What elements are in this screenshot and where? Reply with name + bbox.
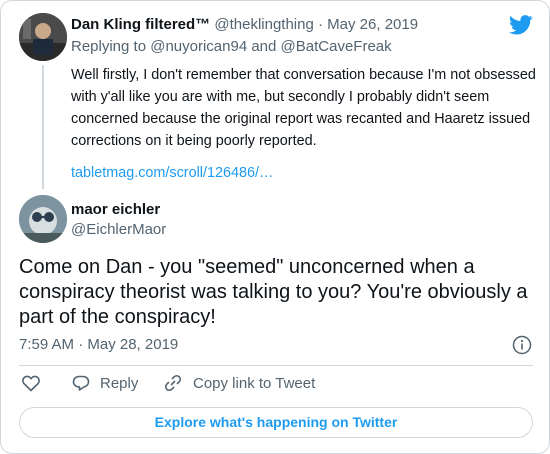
thread-line xyxy=(42,65,44,189)
tweet-embed-card: Dan Kling filtered™ @theklingthing · May… xyxy=(0,0,550,454)
mention-nuyorican94[interactable]: @nuyorican94 xyxy=(150,38,247,55)
copy-link-label: Copy link to Tweet xyxy=(193,374,316,392)
parent-avatar[interactable] xyxy=(19,13,67,61)
reply-label: Reply xyxy=(100,374,139,392)
parent-handle[interactable]: @theklingthing xyxy=(214,16,313,33)
info-icon[interactable] xyxy=(512,335,532,355)
explore-twitter-button[interactable]: Explore what's happening on Twitter xyxy=(19,407,533,438)
main-tweet-text: Come on Dan - you "seemed" unconcerned w… xyxy=(19,256,528,328)
like-button[interactable] xyxy=(21,373,41,393)
twitter-bird-icon[interactable] xyxy=(509,15,533,35)
parent-tweet-text: Well firstly, I don't remember that conv… xyxy=(71,67,536,149)
parent-date[interactable]: May 26, 2019 xyxy=(327,16,418,33)
parent-tweet-link[interactable]: tabletmag.com/scroll/126486/… xyxy=(71,163,273,183)
reply-bubble-icon xyxy=(72,375,90,391)
main-handle[interactable]: @EichlerMaor xyxy=(71,220,166,240)
main-timestamp[interactable]: 7:59 AM · May 28, 2019 xyxy=(19,335,178,355)
replying-to-line: Replying to @nuyorican94 and @BatCaveFre… xyxy=(71,37,392,57)
heart-icon xyxy=(22,375,40,392)
divider xyxy=(19,365,533,366)
parent-separator: · xyxy=(318,16,323,33)
parent-display-name[interactable]: Dan Kling filtered™ xyxy=(71,16,210,33)
replying-joiner: and xyxy=(251,38,277,55)
reply-button[interactable]: Reply xyxy=(71,373,138,393)
replying-prefix: Replying to xyxy=(71,38,147,55)
mention-batcavefreak[interactable]: @BatCaveFreak xyxy=(281,38,392,55)
main-avatar[interactable] xyxy=(19,195,67,243)
link-icon xyxy=(164,374,182,392)
main-display-name[interactable]: maor eichler xyxy=(71,200,160,220)
copy-link-button[interactable]: Copy link to Tweet xyxy=(163,373,315,393)
parent-header: Dan Kling filtered™ @theklingthing · May… xyxy=(71,15,418,35)
